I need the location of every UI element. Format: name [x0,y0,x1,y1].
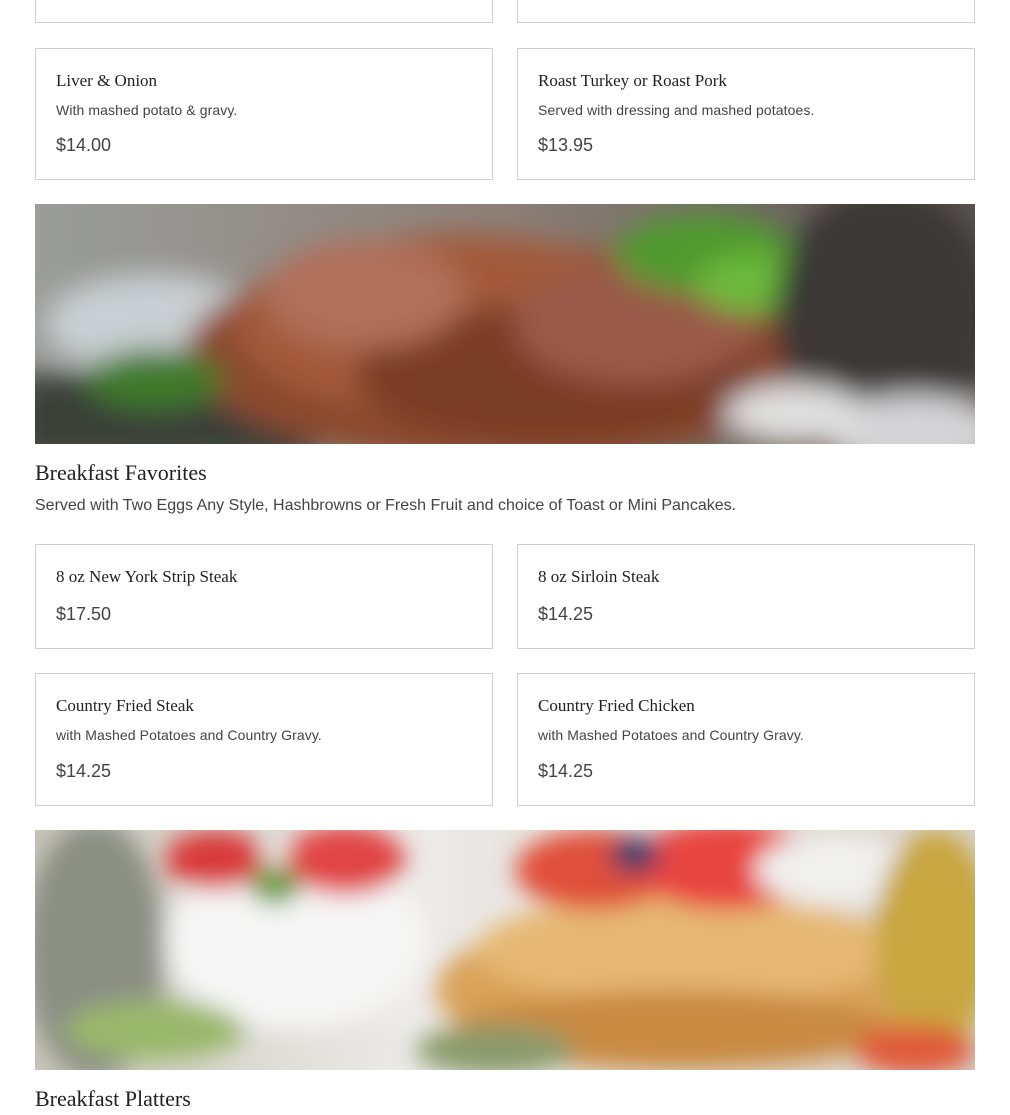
menu-item-card: Country Fried Steak with Mashed Potatoes… [35,673,493,806]
menu-item-card-partial [35,0,493,23]
menu-item-card-partial [517,0,975,23]
menu-item-description: with Mashed Potatoes and Country Gravy. [56,727,322,743]
menu-item-card: 8 oz Sirloin Steak $14.25 [517,544,975,649]
menu-item-card: Country Fried Chicken with Mashed Potato… [517,673,975,806]
menu-item-description: With mashed potato & gravy. [56,102,238,118]
section-description: Served with Two Eggs Any Style, Hashbrow… [35,497,737,514]
menu-item-name: Country Fried Chicken [538,696,695,715]
menu-item-name: Roast Turkey or Roast Pork [538,71,727,90]
section-banner-image [35,830,975,1070]
menu-item-name: 8 oz New York Strip Steak [56,567,238,586]
section-banner-image [35,204,975,444]
pancakes-fruit-photo [35,830,975,1070]
menu-item-price: $14.00 [56,135,112,155]
menu-item-card: 8 oz New York Strip Steak $17.50 [35,544,493,649]
section-title: Breakfast Platters [35,1086,191,1111]
menu-item-price: $14.25 [538,604,594,624]
section-title: Breakfast Favorites [35,460,207,485]
menu-item-name: 8 oz Sirloin Steak [538,567,660,586]
menu-item-price: $13.95 [538,135,594,155]
menu-item-name: Country Fried Steak [56,696,194,715]
menu-item-card: Liver & Onion With mashed potato & gravy… [35,48,493,180]
menu-item-price: $14.25 [56,761,112,781]
roast-meat-photo [35,204,975,444]
menu-item-price: $17.50 [56,604,112,624]
menu-item-description: Served with dressing and mashed potatoes… [538,102,815,118]
menu-item-description: with Mashed Potatoes and Country Gravy. [538,727,804,743]
menu-item-card: Roast Turkey or Roast Pork Served with d… [517,48,975,180]
menu-item-price: $14.25 [538,761,594,781]
menu-item-name: Liver & Onion [56,71,158,90]
